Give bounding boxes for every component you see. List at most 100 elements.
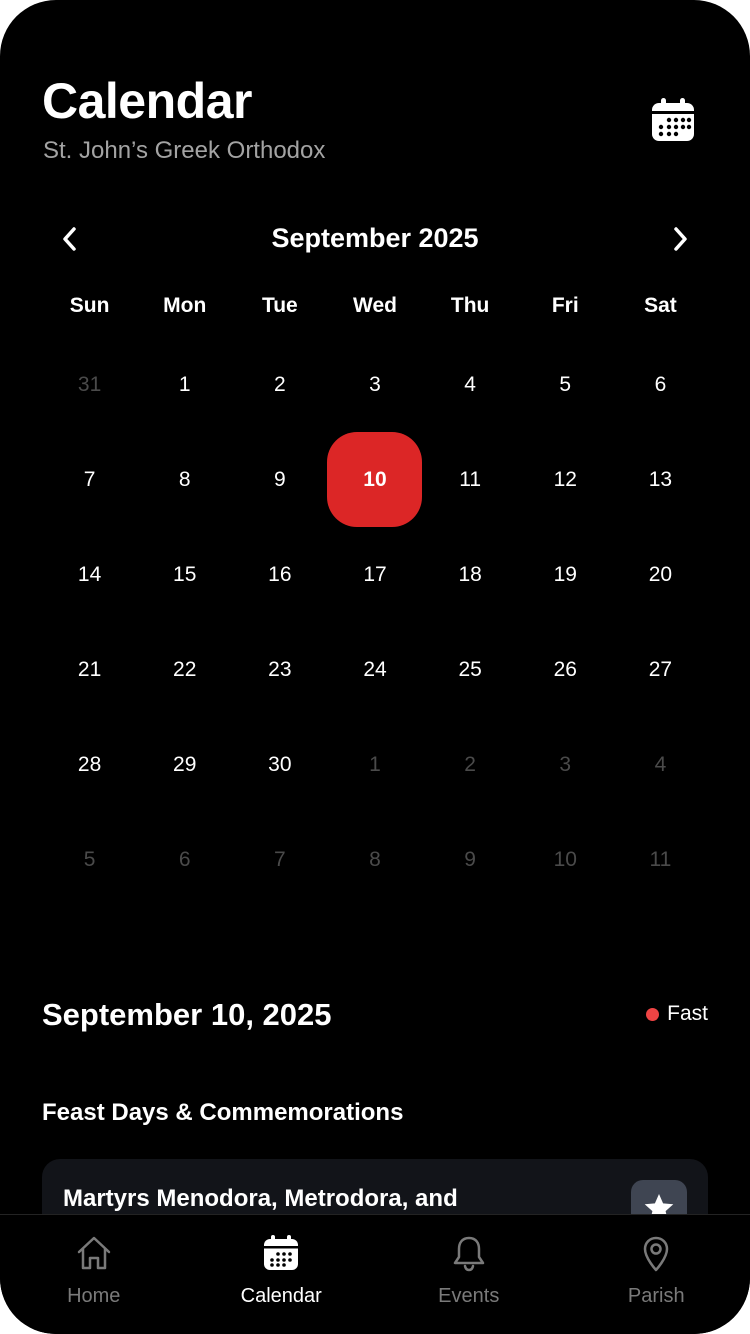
day-cell[interactable]: 14 [42, 527, 137, 622]
day-number: 30 [268, 752, 292, 776]
day-cell[interactable]: 22 [137, 622, 232, 717]
day-cell[interactable]: 24 [327, 622, 422, 717]
day-number: 25 [458, 657, 482, 681]
day-cell-outside-month[interactable]: 5 [42, 812, 137, 907]
day-cell-outside-month[interactable]: 3 [518, 717, 613, 812]
tab-parish[interactable]: Parish [563, 1215, 750, 1334]
day-number: 31 [77, 372, 102, 396]
day-cell[interactable]: 30 [232, 717, 327, 812]
day-cell-outside-month[interactable]: 6 [137, 812, 232, 907]
day-cell[interactable]: 21 [42, 622, 137, 717]
day-number: 1 [369, 752, 381, 776]
calendar-icon [652, 98, 694, 141]
day-cell-outside-month[interactable]: 4 [613, 717, 708, 812]
screen: Calendar St. John’s Greek Orthodox Septe… [0, 0, 750, 1334]
day-cell[interactable]: 5 [518, 337, 613, 432]
chevron-right-icon [674, 227, 687, 251]
home-icon [77, 1236, 110, 1270]
day-number: 18 [458, 562, 482, 586]
calendar-picker-button[interactable] [648, 95, 698, 145]
day-number: 8 [178, 467, 191, 491]
day-number: 6 [178, 847, 191, 871]
day-number: 4 [654, 752, 667, 776]
day-number: 9 [464, 847, 476, 871]
day-cell[interactable]: 11 [423, 432, 518, 527]
day-number: 4 [464, 372, 476, 396]
day-number: 11 [459, 467, 482, 491]
day-number: 5 [83, 847, 96, 871]
day-cell-outside-month[interactable]: 31 [42, 337, 137, 432]
tab-calendar[interactable]: Calendar [188, 1215, 376, 1334]
day-number: 10 [553, 847, 577, 871]
day-number: 2 [464, 752, 476, 776]
tab-events[interactable]: Events [375, 1215, 563, 1334]
day-cell[interactable]: 26 [518, 622, 613, 717]
day-cell[interactable]: 18 [423, 527, 518, 622]
day-number: 12 [553, 467, 577, 491]
day-number: 20 [648, 562, 673, 586]
day-cell[interactable]: 29 [137, 717, 232, 812]
day-cell[interactable]: 27 [613, 622, 708, 717]
day-number: 7 [83, 467, 96, 491]
tab-home[interactable]: Home [0, 1215, 188, 1334]
day-number: 13 [648, 467, 673, 491]
bell-icon [453, 1236, 484, 1272]
day-cell-outside-month[interactable]: 1 [327, 717, 422, 812]
day-cell[interactable]: 8 [137, 432, 232, 527]
day-number: 6 [654, 372, 667, 396]
tab-bar: Home Calendar Events Parish [0, 1214, 750, 1334]
day-number: 10 [327, 432, 423, 527]
day-number: 27 [648, 657, 673, 681]
day-number: 3 [559, 752, 572, 776]
fast-label: Fast [667, 1002, 708, 1025]
day-cell[interactable]: 3 [327, 337, 422, 432]
day-cell-outside-month[interactable]: 9 [423, 812, 518, 907]
day-number: 16 [268, 562, 292, 586]
day-cell[interactable]: 28 [42, 717, 137, 812]
day-number: 29 [173, 752, 197, 776]
day-number: 2 [274, 372, 286, 396]
day-cell-outside-month[interactable]: 11 [613, 812, 708, 907]
page-title: Calendar [42, 73, 252, 129]
month-navigation: September 2025 [42, 215, 708, 263]
day-number: 9 [274, 467, 286, 491]
day-number: 11 [649, 847, 672, 871]
next-month-button[interactable] [656, 215, 704, 263]
day-cell[interactable]: 13 [613, 432, 708, 527]
weekday-label: Fri [551, 294, 579, 317]
parish-subtitle: St. John’s Greek Orthodox [43, 137, 326, 164]
day-number: 3 [369, 372, 381, 396]
day-cell[interactable]: 25 [423, 622, 518, 717]
tab-label: Parish [627, 1285, 685, 1307]
day-cell[interactable]: 23 [232, 622, 327, 717]
tab-label: Home [67, 1285, 121, 1307]
calendar-icon [264, 1235, 299, 1270]
fast-indicator: Fast [646, 1002, 708, 1026]
day-cell[interactable]: 1 [137, 337, 232, 432]
calendar-grid: 31 1 2 3 4 5 6 7 8 9 10 11 12 13 14 15 16 17 18 19 20 21 22 23 2… [42, 337, 708, 907]
weekday-header: Sun Mon Tue Wed Thu Fri Sat [42, 294, 708, 318]
day-cell[interactable]: 7 [42, 432, 137, 527]
day-cell-outside-month[interactable]: 7 [232, 812, 327, 907]
day-cell[interactable]: 6 [613, 337, 708, 432]
day-cell[interactable]: 16 [232, 527, 327, 622]
day-number: 23 [268, 657, 292, 681]
day-cell[interactable]: 9 [232, 432, 327, 527]
day-cell-outside-month[interactable]: 8 [327, 812, 422, 907]
day-number: 7 [274, 847, 286, 871]
day-cell[interactable]: 19 [518, 527, 613, 622]
day-number: 24 [363, 657, 387, 681]
day-cell-outside-month[interactable]: 10 [518, 812, 613, 907]
tab-label: Events [438, 1285, 500, 1307]
feast-name: Martyrs Menodora, Metrodora, and [63, 1185, 458, 1212]
weekday-label: Wed [353, 294, 397, 317]
day-cell[interactable]: 12 [518, 432, 613, 527]
day-cell[interactable]: 2 [232, 337, 327, 432]
day-cell[interactable]: 4 [423, 337, 518, 432]
day-cell[interactable]: 20 [613, 527, 708, 622]
day-number: 17 [363, 562, 387, 586]
day-cell-outside-month[interactable]: 2 [423, 717, 518, 812]
day-cell[interactable]: 15 [137, 527, 232, 622]
day-cell[interactable]: 17 [327, 527, 422, 622]
day-cell-selected[interactable]: 10 [327, 432, 423, 527]
